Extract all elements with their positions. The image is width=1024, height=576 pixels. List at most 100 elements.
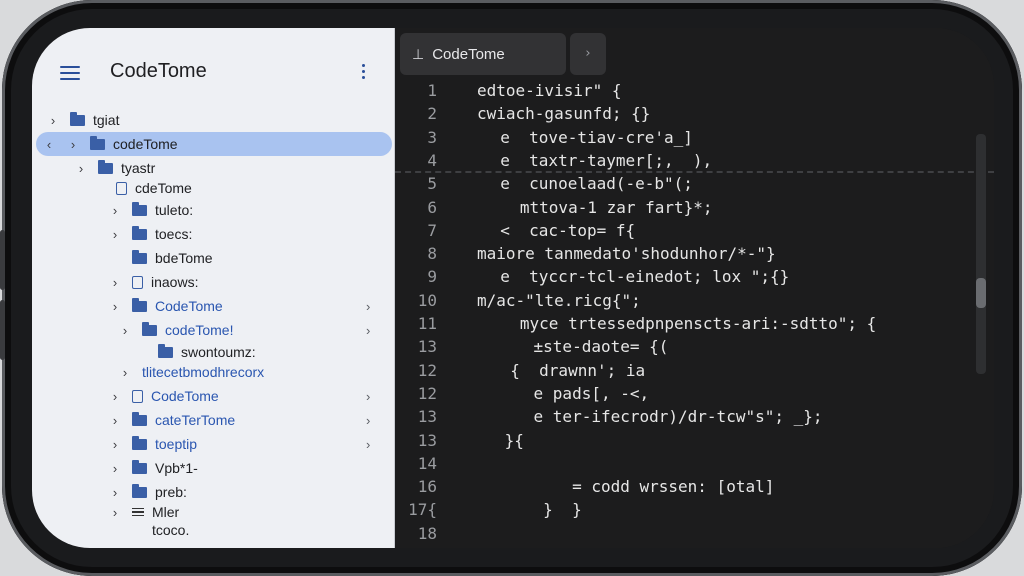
tree-item[interactable]: cdeTome xyxy=(92,176,192,200)
line-number: 2 xyxy=(427,104,437,124)
code-line: 3 e tove-tiav-cre'a_] xyxy=(395,127,994,149)
chevron-right-icon[interactable]: › xyxy=(118,365,132,380)
editor-scrollbar-thumb[interactable] xyxy=(976,278,986,308)
tree-item-label: swontoumz: xyxy=(181,344,256,360)
line-number: 12 xyxy=(417,360,437,380)
code-line: 13 e ter-ifecrodr)/dr-tcw"s"; _}; xyxy=(395,406,994,428)
tree-item-selected[interactable]: ‹ › codeTome xyxy=(36,132,392,156)
chevron-right-icon[interactable]: › xyxy=(108,203,122,218)
file-explorer-pane: CodeTome › tgiat ‹ › codeTome › tyastr cdeTome ›… xyxy=(32,28,395,548)
line-number: 4 xyxy=(427,150,437,170)
folder-icon xyxy=(132,297,147,312)
line-number: 12 xyxy=(417,383,437,403)
line-number: 9 xyxy=(427,267,437,287)
tree-item[interactable]: › tgiat xyxy=(46,108,119,132)
side-button xyxy=(0,230,5,290)
chevron-right-icon[interactable]: › xyxy=(108,227,122,242)
line-number: 17{ xyxy=(408,500,437,520)
tree-item-label: preb: xyxy=(155,484,187,500)
editor-scrollbar[interactable] xyxy=(976,134,986,374)
folder-icon xyxy=(70,111,85,126)
more-options-icon[interactable] xyxy=(362,64,366,82)
chevron-right-icon[interactable]: › xyxy=(108,413,122,428)
code-line: 5 e cunoelaad(-e-b"(; xyxy=(395,173,994,195)
tree-item[interactable]: › toecs: xyxy=(108,222,192,246)
line-number: 13 xyxy=(417,337,437,357)
expand-chevron-icon[interactable]: › xyxy=(366,323,370,338)
chevron-right-icon[interactable]: › xyxy=(74,161,88,176)
editor-tab-label: CodeTome xyxy=(432,45,505,63)
code-line: 17{ } } xyxy=(395,499,994,521)
editor-tab[interactable]: ⊥ CodeTome xyxy=(400,33,566,75)
chevron-right-icon[interactable]: › xyxy=(66,137,80,152)
code-line: 10 m/ac-"lte.ricg{"; xyxy=(395,290,994,312)
tree-item[interactable]: › tuleto: xyxy=(108,198,193,222)
file-icon xyxy=(132,275,143,289)
tab-overflow-button[interactable]: › xyxy=(570,33,606,75)
tree-item-label: Vpb*1- xyxy=(155,460,198,476)
code-line: 7 < cac-top= f{ xyxy=(395,220,994,242)
tree-item-label: toeptip xyxy=(155,436,198,452)
chevron-right-icon[interactable]: › xyxy=(108,389,122,404)
tree-item[interactable]: › cateTerTome › xyxy=(108,408,370,432)
line-text: e cunoelaad(-e-b"(; xyxy=(481,174,693,194)
line-number: 7 xyxy=(427,220,437,240)
folder-icon xyxy=(132,483,147,498)
line-number: 11 xyxy=(417,314,437,333)
tree-item-label: cdeTome xyxy=(135,180,192,196)
tree-item-label: codeTome xyxy=(113,136,178,152)
expand-chevron-icon[interactable]: › xyxy=(366,389,370,404)
tree-item[interactable]: bdeTome xyxy=(108,246,213,270)
line-text: < cac-top= f{ xyxy=(481,220,636,240)
tree-item[interactable]: › inaows: xyxy=(108,270,199,294)
expand-chevron-icon[interactable]: › xyxy=(366,299,370,314)
code-line: 2 cwiach-gasunfd; {} xyxy=(395,103,994,125)
folder-icon xyxy=(132,411,147,426)
code-line: 12 e pads[, -<, xyxy=(395,383,994,405)
expand-chevron-icon[interactable]: › xyxy=(366,437,370,452)
tree-item[interactable]: › tlitecetbmodhrecorx xyxy=(118,360,264,384)
tree-item[interactable]: tcoco. xyxy=(128,518,189,542)
line-number: 1 xyxy=(427,81,437,100)
line-number: 18 xyxy=(417,523,437,543)
expand-chevron-icon[interactable]: › xyxy=(366,413,370,428)
chevron-right-icon[interactable]: › xyxy=(108,275,122,290)
tree-item-label: CodeTome xyxy=(155,298,223,314)
chevron-right-icon[interactable]: › xyxy=(108,437,122,452)
hamburger-menu-icon[interactable] xyxy=(60,66,80,80)
line-number: 8 xyxy=(427,244,437,264)
tree-item-label: tyastr xyxy=(121,160,156,176)
line-number: 14 xyxy=(417,453,437,473)
line-text: }{ xyxy=(495,430,524,450)
chevron-right-icon[interactable]: › xyxy=(46,113,60,128)
line-number: 13 xyxy=(417,430,437,450)
line-text: { drawnn'; ia xyxy=(491,360,646,380)
code-line: 8 maiore tanmedato'shodunhor/*-"} xyxy=(395,243,994,265)
code-line: 18 xyxy=(395,523,994,545)
chevron-right-icon[interactable]: › xyxy=(118,323,132,338)
line-number: 5 xyxy=(427,174,437,194)
tree-item-label: inaows: xyxy=(151,274,199,290)
chevron-right-icon[interactable]: › xyxy=(108,299,122,314)
collapse-chevron-icon[interactable]: ‹ xyxy=(42,137,56,152)
tree-item[interactable]: › CodeTome › xyxy=(108,384,371,408)
code-line: 12 { drawnn'; ia xyxy=(395,360,994,382)
tree-item[interactable]: › CodeTome › xyxy=(108,294,370,318)
chevron-right-icon[interactable]: › xyxy=(108,461,122,476)
tab-icon: ⊥ xyxy=(412,45,425,62)
tree-item-label: bdeTome xyxy=(155,250,213,266)
line-text: e pads[, -<, xyxy=(495,383,650,403)
line-text: maiore tanmedato'shodunhor/*-"} xyxy=(477,244,776,264)
tree-item[interactable]: › toeptip › xyxy=(108,432,370,456)
chevron-right-icon[interactable]: › xyxy=(108,505,122,520)
line-text: edtoe-ivisir" { xyxy=(477,81,622,100)
line-number: 3 xyxy=(427,127,437,147)
tree-item-label: tuleto: xyxy=(155,202,194,218)
chevron-right-icon[interactable]: › xyxy=(108,485,122,500)
tree-item[interactable]: › Vpb*1- xyxy=(108,456,198,480)
line-text: ±ste-daote= {( xyxy=(495,337,669,357)
code-line: 13 ±ste-daote= {( xyxy=(395,336,994,358)
file-icon xyxy=(132,389,143,403)
tree-item[interactable]: › codeTome! › xyxy=(118,318,370,342)
folder-icon xyxy=(132,201,147,216)
